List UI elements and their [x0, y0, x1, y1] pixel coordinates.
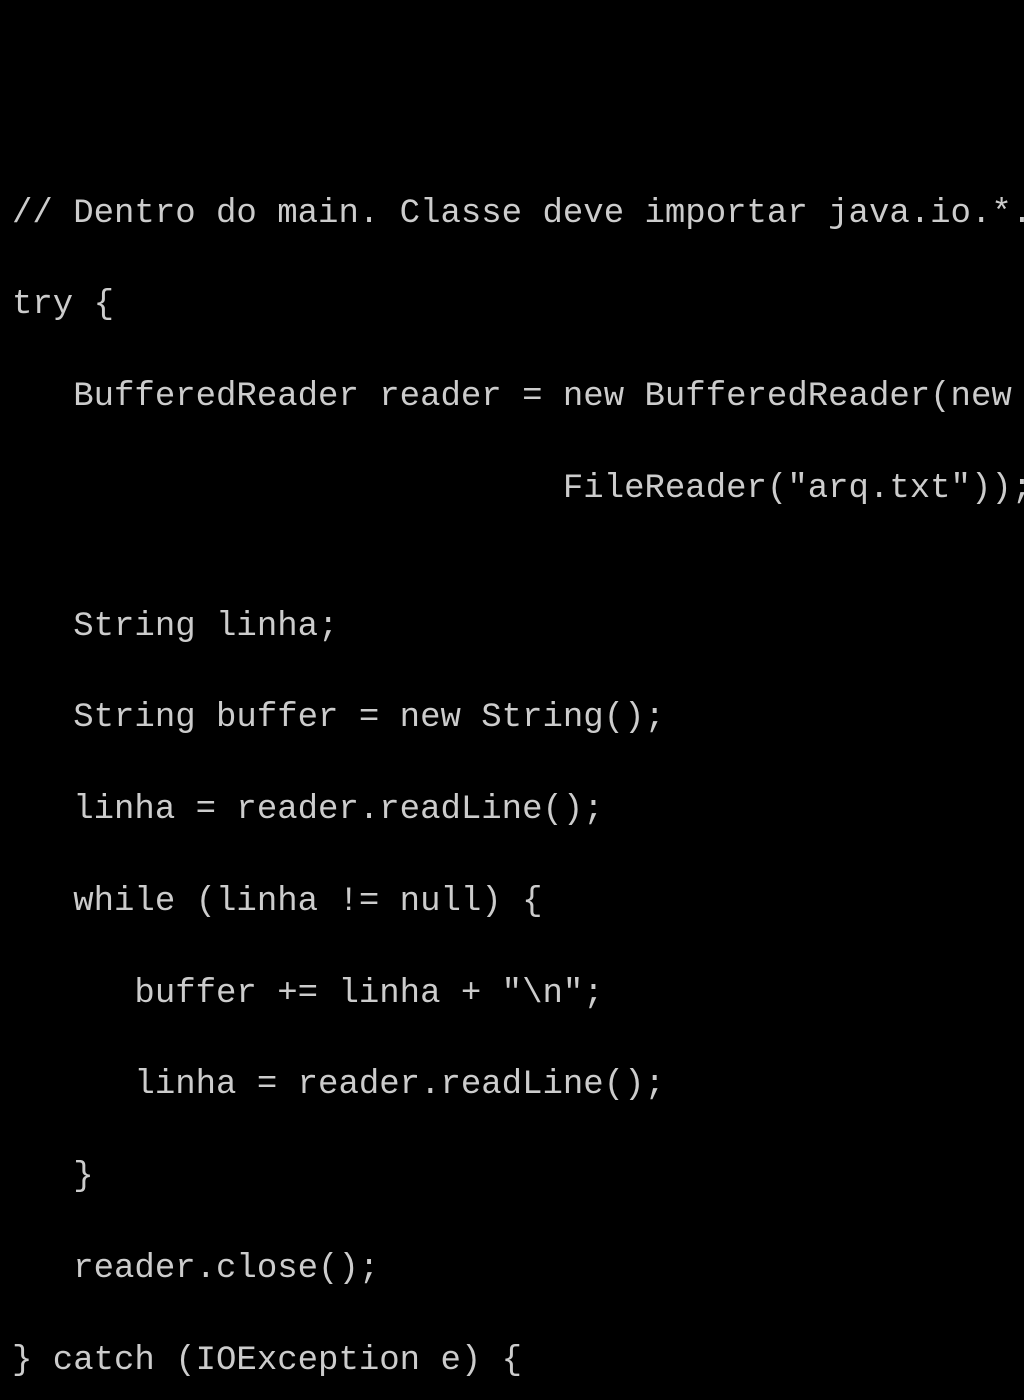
code-line: try {: [12, 283, 1012, 329]
code-line: }: [12, 1155, 1012, 1201]
code-line: linha = reader.readLine();: [12, 1063, 1012, 1109]
code-line: } catch (IOException e) {: [12, 1339, 1012, 1385]
code-line: String buffer = new String();: [12, 696, 1012, 742]
code-line: linha = reader.readLine();: [12, 788, 1012, 834]
code-line: reader.close();: [12, 1247, 1012, 1293]
code-line: while (linha != null) {: [12, 880, 1012, 926]
code-line: FileReader("arq.txt"));: [12, 467, 1012, 513]
code-line: buffer += linha + "\n";: [12, 972, 1012, 1018]
code-line: String linha;: [12, 605, 1012, 651]
code-line: // Dentro do main. Classe deve importar …: [12, 192, 1012, 238]
code-line: BufferedReader reader = new BufferedRead…: [12, 375, 1012, 421]
